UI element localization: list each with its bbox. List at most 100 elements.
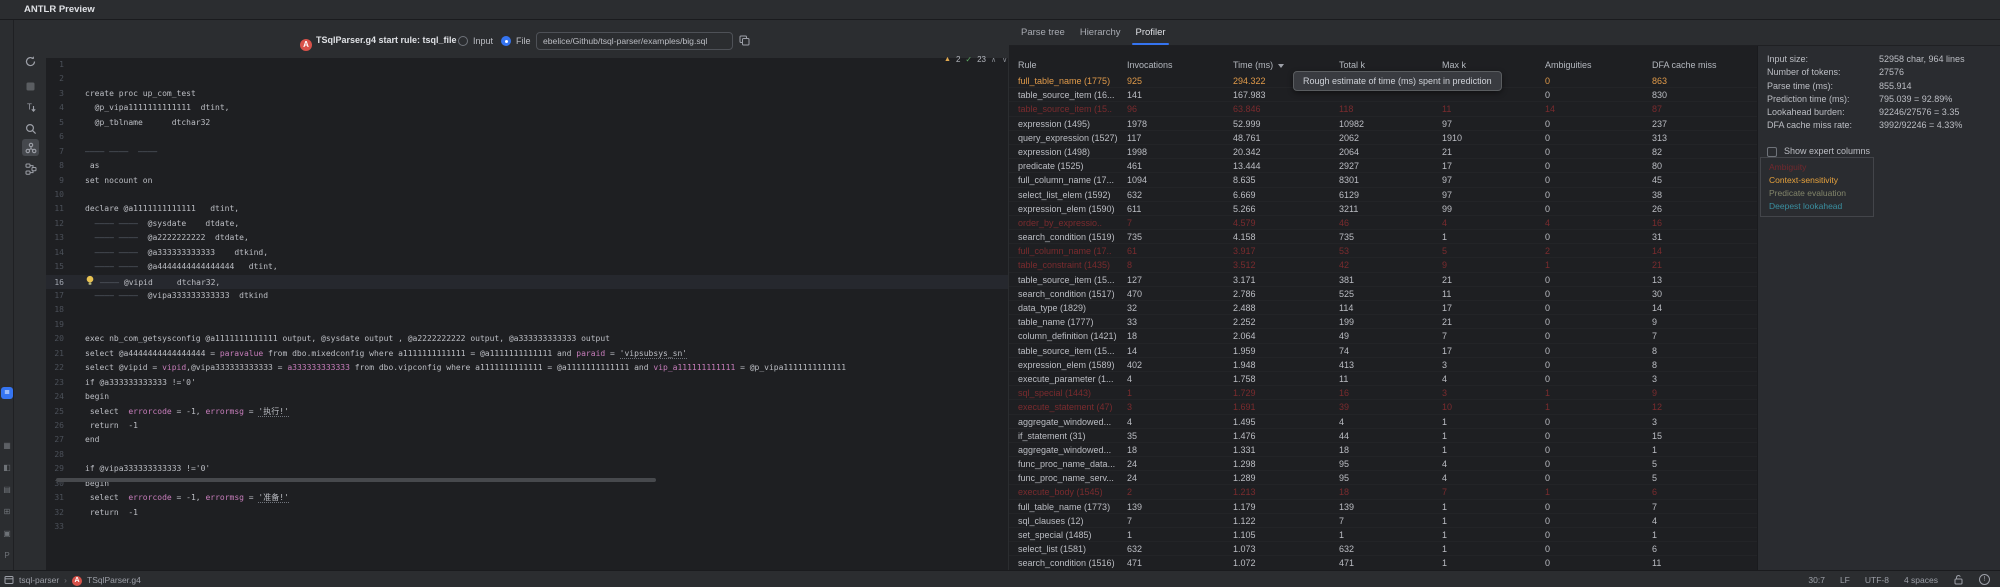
profiler-row[interactable]: full_table_name (1773)1391.179139107 — [1009, 500, 1757, 514]
profiler-table[interactable]: RuleInvocationsTime (ms)Total kMax kAmbi… — [1009, 46, 1757, 570]
prev-next-chevrons[interactable]: ∧ ∨ — [991, 56, 1009, 64]
intention-bulb-icon[interactable] — [85, 278, 95, 287]
profiler-row[interactable]: search_condition (1517)4702.78652511030 — [1009, 287, 1757, 301]
code-line-17[interactable]: 17 ———— ———— @vipa333333333333 dtkind — [46, 289, 1008, 303]
stop-icon[interactable] — [22, 78, 39, 95]
code-line-7[interactable]: 7———— ———— ———— — [46, 145, 1008, 159]
scroll-to-source-icon[interactable]: T — [22, 100, 39, 117]
column-header-rule[interactable]: Rule — [1018, 60, 1127, 70]
file-radio-label[interactable]: File — [516, 36, 531, 46]
code-line-4[interactable]: 4 @p_vipa1111111111111 dtint, — [46, 101, 1008, 115]
code-line-5[interactable]: 5 @p_tblname dtchar32 — [46, 116, 1008, 130]
caret-position[interactable]: 30:7 — [1808, 575, 1825, 585]
column-header-ambiguities[interactable]: Ambiguities — [1545, 60, 1652, 70]
profiler-row[interactable]: aggregate_windowed...41.4954103 — [1009, 415, 1757, 429]
breadcrumb-project[interactable]: tsql-parser — [19, 575, 59, 585]
tab-profiler[interactable]: Profiler — [1132, 20, 1168, 45]
profiler-row[interactable]: predicate (1525)46113.444292717080 — [1009, 159, 1757, 173]
profiler-row[interactable]: full_column_name (17..613.917535214 — [1009, 244, 1757, 258]
editor-horizontal-scrollbar[interactable] — [56, 478, 656, 482]
input-radio-label[interactable]: Input — [473, 36, 493, 46]
inspection-widget[interactable]: ▲2 ✓23 ∧ ∨ — [944, 53, 1009, 66]
column-header-dfa-cache-miss[interactable]: DFA cache miss — [1652, 60, 1757, 70]
column-header-time-ms-[interactable]: Time (ms) — [1233, 60, 1339, 70]
profiler-row[interactable]: table_source_item (15...141.959741708 — [1009, 344, 1757, 358]
code-line-33[interactable]: 33 — [46, 520, 1008, 534]
code-line-23[interactable]: 23if @a333333333333 !='0' — [46, 376, 1008, 390]
code-line-19[interactable]: 19 — [46, 318, 1008, 332]
profiler-row[interactable]: sql_special (1443)11.72916319 — [1009, 386, 1757, 400]
profiler-row[interactable]: expression_elem (1589)4021.948413308 — [1009, 358, 1757, 372]
breadcrumb-file[interactable]: TSqlParser.g4 — [87, 575, 141, 585]
profiler-row[interactable]: execute_parameter (1...41.75811403 — [1009, 372, 1757, 386]
profiler-row[interactable]: expression (1495)197852.99910982970237 — [1009, 117, 1757, 131]
code-line-29[interactable]: 29if @vipa333333333333 !='0' — [46, 462, 1008, 476]
code-line-25[interactable]: 25 select errorcode = -1, errormsg = '执行… — [46, 405, 1008, 419]
code-line-21[interactable]: 21select @a4444444444444444 = paravalue … — [46, 347, 1008, 361]
code-line-13[interactable]: 13 ———— ———— @a2222222222 dtdate, — [46, 231, 1008, 245]
profiler-row[interactable]: set_special (1485)11.1051101 — [1009, 528, 1757, 542]
profiler-row[interactable]: if_statement (31)351.476441015 — [1009, 429, 1757, 443]
code-line-22[interactable]: 22select @vipid = vipid,@vipa33333333333… — [46, 361, 1008, 375]
code-line-26[interactable]: 26 return -1 — [46, 419, 1008, 433]
input-radio[interactable] — [458, 36, 468, 46]
profiler-row[interactable]: sql_clauses (12)71.1227104 — [1009, 514, 1757, 528]
antlr-preview-stripe-button[interactable]: ≣ — [1, 387, 13, 399]
tab-hierarchy[interactable]: Hierarchy — [1077, 20, 1124, 45]
code-line-11[interactable]: 11declare @a1111111111111 dtint, — [46, 202, 1008, 216]
code-line-1[interactable]: 1 — [46, 58, 1008, 72]
stripe-icon-5[interactable]: P — [2, 550, 12, 562]
profiler-row[interactable]: aggregate_windowed...181.33118101 — [1009, 443, 1757, 457]
tab-parse-tree[interactable]: Parse tree — [1018, 20, 1068, 45]
code-line-31[interactable]: 31 select errorcode = -1, errormsg = '准备… — [46, 491, 1008, 505]
file-path-field[interactable]: ebelice/Github/tsql-parser/examples/big.… — [536, 32, 733, 50]
profiler-row[interactable]: table_source_item (15...1273.17138121013 — [1009, 273, 1757, 287]
code-line-18[interactable]: 18 — [46, 303, 1008, 317]
column-header-invocations[interactable]: Invocations — [1127, 60, 1233, 70]
code-editor[interactable]: 123create proc up_com_test4 @p_vipa11111… — [46, 58, 1008, 570]
profiler-row[interactable]: expression (1498)199820.342206421082 — [1009, 145, 1757, 159]
profiler-row[interactable]: table_source_item (15..9663.846118111487 — [1009, 102, 1757, 116]
copy-path-icon[interactable] — [739, 35, 750, 46]
profiler-row[interactable]: select_list_elem (1592)6326.669612997038 — [1009, 188, 1757, 202]
code-line-9[interactable]: 9set nocount on — [46, 174, 1008, 188]
stripe-icon-2[interactable]: ▤ — [2, 484, 12, 496]
profiler-row[interactable]: execute_statement (47)31.6913910112 — [1009, 400, 1757, 414]
code-line-2[interactable]: 2 — [46, 72, 1008, 86]
profiler-row[interactable]: data_type (1829)322.48811417014 — [1009, 301, 1757, 315]
code-line-24[interactable]: 24begin — [46, 390, 1008, 404]
lock-icon[interactable] — [1953, 574, 1964, 585]
code-line-32[interactable]: 32 return -1 — [46, 506, 1008, 520]
line-separator-indicator[interactable]: LF — [1840, 575, 1850, 585]
show-expert-columns-checkbox[interactable] — [1767, 147, 1777, 157]
code-line-12[interactable]: 12 ———— ———— @sysdate dtdate, — [46, 217, 1008, 231]
code-line-10[interactable]: 10 — [46, 188, 1008, 202]
profiler-row[interactable]: search_condition (1516)4711.0724711011 — [1009, 556, 1757, 570]
parse-tree-icon[interactable] — [22, 160, 39, 177]
code-line-8[interactable]: 8 as — [46, 159, 1008, 173]
encoding-indicator[interactable]: UTF-8 — [1865, 575, 1889, 585]
profiler-row[interactable]: search_condition (1519)7354.1587351031 — [1009, 230, 1757, 244]
code-line-27[interactable]: 27end — [46, 433, 1008, 447]
show-expert-columns-label[interactable]: Show expert columns — [1784, 146, 1870, 156]
profiler-row[interactable]: order_by_expressio..74.579464416 — [1009, 216, 1757, 230]
stripe-icon-3[interactable]: ⊞ — [2, 506, 12, 518]
profiler-row[interactable]: table_name (1777)332.2521992109 — [1009, 315, 1757, 329]
profiler-icon[interactable] — [22, 139, 39, 156]
profiler-row[interactable]: func_proc_name_serv...241.28995405 — [1009, 471, 1757, 485]
profiler-row[interactable]: expression_elem (1590)6115.266321199026 — [1009, 202, 1757, 216]
refresh-icon[interactable] — [22, 53, 39, 70]
profiler-row[interactable]: execute_body (1545)21.21318716 — [1009, 485, 1757, 499]
stripe-icon-4[interactable]: ▣ — [2, 528, 12, 540]
profiler-row[interactable]: select_list (1581)6321.073632106 — [1009, 542, 1757, 556]
code-line-28[interactable]: 28 — [46, 448, 1008, 462]
column-header-total-k[interactable]: Total k — [1339, 60, 1442, 70]
profiler-row[interactable]: column_definition (1421)182.06449707 — [1009, 329, 1757, 343]
profiler-row[interactable]: func_proc_name_data...241.29895405 — [1009, 457, 1757, 471]
project-icon[interactable] — [4, 575, 14, 585]
indent-indicator[interactable]: 4 spaces — [1904, 575, 1938, 585]
profiler-row[interactable]: table_constraint (1435)83.512429121 — [1009, 258, 1757, 272]
code-line-15[interactable]: 15 ———— ———— @a4444444444444444 dtint, — [46, 260, 1008, 274]
code-line-14[interactable]: 14 ———— ———— @a333333333333 dtkind, — [46, 246, 1008, 260]
stripe-icon-0[interactable]: ▦ — [2, 440, 12, 452]
